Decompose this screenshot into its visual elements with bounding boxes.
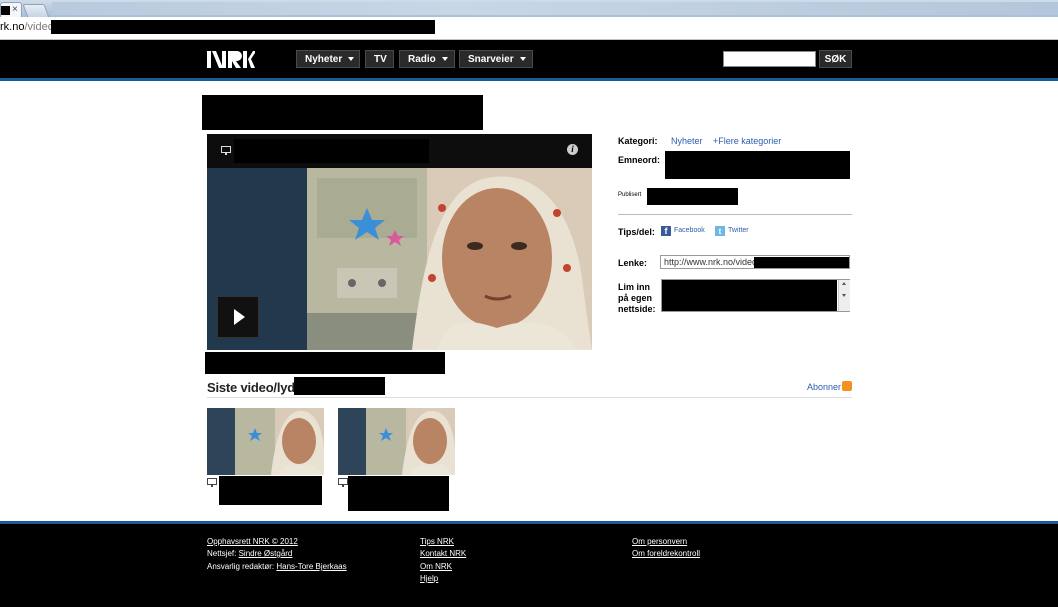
- screen-icon: [221, 146, 231, 155]
- divider: [618, 214, 852, 215]
- screen-icon: [207, 478, 217, 487]
- nav-nyheter[interactable]: Nyheter: [296, 50, 360, 68]
- kategori-label: Kategori:: [618, 136, 658, 146]
- site-footer: [0, 521, 1058, 607]
- footer-link-tips[interactable]: Tips NRK: [420, 537, 454, 546]
- search-button[interactable]: SØK: [819, 50, 852, 68]
- divider: [207, 397, 852, 398]
- nav-tv[interactable]: TV: [365, 50, 394, 68]
- chevron-down-icon: [441, 57, 448, 62]
- redacted-latest-heading: [294, 377, 385, 395]
- subscribe-link[interactable]: Abonner: [807, 382, 841, 392]
- rss-icon[interactable]: [842, 381, 852, 391]
- embed-label-line1: Lim inn: [618, 282, 650, 292]
- nettsjef-line: Nettsjef: Sindre Østgård: [207, 549, 292, 558]
- footer-link-kontakt[interactable]: Kontakt NRK: [420, 549, 466, 558]
- nav-radio-label: Radio: [408, 54, 436, 65]
- info-icon[interactable]: i: [567, 144, 578, 155]
- twitter-link[interactable]: Twitter: [728, 227, 749, 234]
- facebook-icon[interactable]: f: [661, 226, 671, 236]
- url-text[interactable]: rk.no/video: [0, 21, 54, 33]
- redacted-thumbnail-title: [219, 476, 322, 505]
- scroll-down-icon[interactable]: [842, 294, 846, 297]
- footer-link-om-nrk[interactable]: Om NRK: [420, 562, 452, 571]
- redacted-caption: [205, 352, 445, 374]
- browser-tab-active[interactable]: ×: [0, 2, 22, 17]
- play-icon: [234, 309, 245, 325]
- redaktor-label: Ansvarlig redaktør:: [207, 562, 275, 571]
- nav-tv-label: TV: [374, 54, 387, 65]
- nav-snarveier-label: Snarveier: [468, 54, 514, 65]
- footer-link-foreldrekontroll[interactable]: Om foreldrekontroll: [632, 549, 700, 558]
- video-thumbnail[interactable]: [207, 408, 324, 475]
- redacted-url: [51, 20, 435, 34]
- scroll-up-icon[interactable]: [842, 282, 846, 285]
- facebook-link[interactable]: Facebook: [674, 227, 705, 234]
- embed-label: Lim inn på egen nettside:: [618, 282, 656, 315]
- thumbnail-image: [338, 408, 455, 475]
- embed-label-line2: på egen: [618, 293, 653, 303]
- redacted-thumbnail-title: [348, 476, 449, 511]
- nettsjef-link[interactable]: Sindre Østgård: [239, 549, 293, 558]
- latest-heading: Siste video/lyd:: [207, 380, 300, 395]
- flere-kategorier-link[interactable]: +Flere kategorier: [713, 136, 781, 146]
- thumbnail-image: [207, 408, 324, 475]
- tab-close-icon[interactable]: ×: [12, 3, 18, 16]
- nettsjef-label: Nettsjef:: [207, 549, 237, 558]
- chevron-down-icon: [348, 57, 355, 62]
- address-bar[interactable]: rk.no/video: [0, 17, 1058, 40]
- redacted-embed: [662, 280, 837, 311]
- twitter-icon[interactable]: t: [715, 226, 725, 236]
- tips-label: Tips/del:: [618, 227, 655, 237]
- redacted-lenke: [754, 257, 849, 268]
- browser-tabs-area: [52, 2, 1058, 15]
- redaktor-line: Ansvarlig redaktør: Hans-Tore Bjerkaas: [207, 562, 347, 571]
- copyright-link[interactable]: Opphavsrett NRK © 2012: [207, 537, 298, 546]
- search-input[interactable]: [723, 51, 816, 67]
- nav-radio[interactable]: Radio: [399, 50, 455, 68]
- footer-link-hjelp[interactable]: Hjelp: [420, 574, 438, 583]
- emneord-label: Emneord:: [618, 155, 661, 165]
- kategori-link-nyheter[interactable]: Nyheter: [671, 136, 703, 146]
- chevron-down-icon: [519, 57, 526, 62]
- embed-label-line3: nettside:: [618, 304, 656, 314]
- play-button[interactable]: [217, 296, 259, 338]
- redaktor-link[interactable]: Hans-Tore Bjerkaas: [276, 562, 346, 571]
- new-tab-button[interactable]: [22, 4, 50, 18]
- publisert-label: Publisert: [618, 192, 642, 198]
- video-thumbnail[interactable]: [338, 408, 455, 475]
- video-player[interactable]: i: [207, 134, 592, 350]
- textarea-scrollbar[interactable]: [838, 280, 850, 311]
- tab-favicon-icon: [1, 6, 10, 15]
- lenke-label: Lenke:: [618, 258, 648, 268]
- footer-link-personvern[interactable]: Om personvern: [632, 537, 687, 546]
- nav-snarveier[interactable]: Snarveier: [459, 50, 533, 68]
- video-frame: [207, 168, 592, 350]
- screen-icon: [338, 478, 348, 487]
- redacted-publisert: [647, 188, 738, 205]
- redacted-video-title: [202, 95, 483, 130]
- redacted-player-title: [234, 139, 429, 163]
- nrk-logo[interactable]: [207, 50, 255, 69]
- redacted-emneord: [665, 151, 850, 179]
- nav-nyheter-label: Nyheter: [305, 54, 343, 65]
